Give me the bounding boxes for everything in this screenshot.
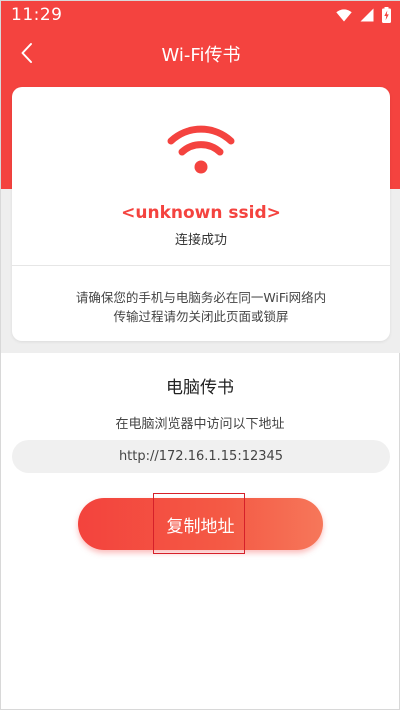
- card-divider: [12, 265, 390, 266]
- network-note: 请确保您的手机与电脑务必在同一WiFi网络内: [75, 290, 327, 305]
- app-header: Wi-Fi传书: [1, 29, 400, 77]
- status-time: 11:29: [11, 5, 63, 25]
- wifi-ssid: <unknown ssid>: [121, 203, 281, 223]
- status-bar: 11:29: [1, 1, 400, 29]
- cell-signal-icon: [360, 8, 374, 22]
- connection-status: 连接成功: [174, 233, 227, 248]
- wifi-signal-icon: [336, 8, 352, 21]
- status-icons: [336, 7, 391, 23]
- wifi-icon: [167, 125, 235, 174]
- copy-address-label: 复制地址: [166, 516, 235, 537]
- connection-card: <unknown ssid> 连接成功 请确保您的手机与电脑务必在同一WiFi网…: [12, 87, 390, 341]
- page-title: Wi-Fi传书: [161, 45, 241, 66]
- lock-screen-note: 传输过程请勿关闭此页面或锁屏: [113, 309, 289, 324]
- instruction-text: 在电脑浏览器中访问以下地址: [115, 417, 285, 432]
- address-field[interactable]: http://172.16.1.15:12345: [12, 440, 390, 473]
- battery-charging-icon: [382, 7, 391, 23]
- copy-address-button[interactable]: 复制地址: [78, 498, 323, 550]
- section-title: 电脑传书: [166, 378, 234, 398]
- address-text: http://172.16.1.15:12345: [118, 449, 284, 464]
